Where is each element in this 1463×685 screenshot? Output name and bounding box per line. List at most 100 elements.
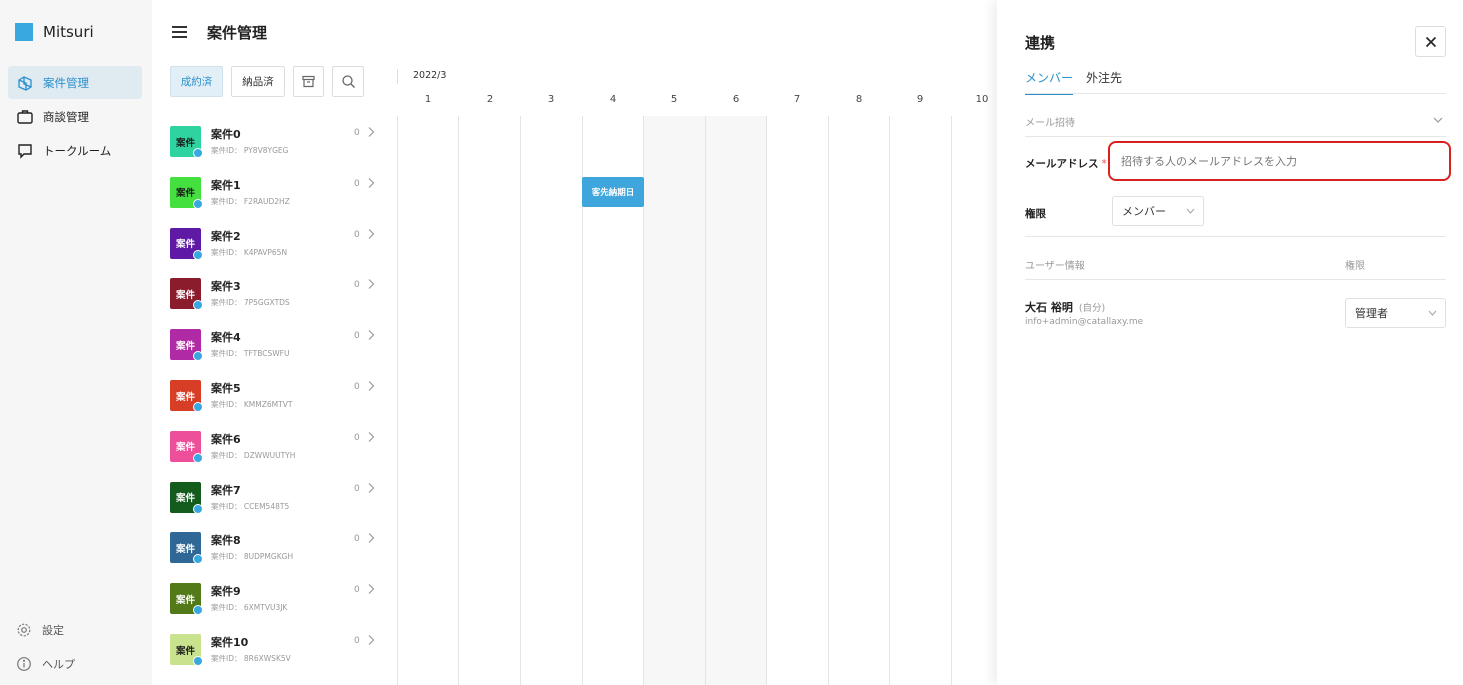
status-dot xyxy=(193,452,203,463)
project-id: 案件ID： F2RAUD2HZ xyxy=(211,196,290,206)
project-count: 0 xyxy=(354,229,360,240)
project-row[interactable]: 案件 案件8 案件ID： 8UDPMGKGH 0 xyxy=(170,532,380,572)
brand[interactable]: Mitsuri xyxy=(15,23,94,41)
project-id: 案件ID： 7P5GGXTDS xyxy=(211,298,290,308)
sidebar: Mitsuri 案件管理 商談管理 トークルーム 設定 ヘルプ xyxy=(0,0,152,685)
email-input[interactable] xyxy=(1108,141,1451,181)
briefcase-icon xyxy=(17,109,33,124)
project-row[interactable]: 案件 案件4 案件ID： TFTBCSWFU 0 xyxy=(170,329,380,369)
timeline-event[interactable]: 客先納期日 xyxy=(582,177,644,207)
timeline-day: 4 xyxy=(609,94,617,105)
project-name: 案件2 xyxy=(211,229,241,243)
timeline-day: 7 xyxy=(793,94,801,105)
user-info-header: ユーザー情報 xyxy=(1025,261,1085,272)
tab-members[interactable]: メンバー xyxy=(1025,69,1074,95)
status-dot xyxy=(193,351,203,362)
sidebar-item-label: 案件管理 xyxy=(43,75,89,90)
timeline-day: 6 xyxy=(732,94,740,105)
project-row[interactable]: 案件 案件2 案件ID： K4PAVP65N 0 xyxy=(170,227,380,268)
chevron-right-icon[interactable] xyxy=(366,583,376,595)
timeline-day: 8 xyxy=(855,94,863,105)
sidebar-item-projects[interactable]: 案件管理 xyxy=(8,66,142,99)
project-name: 案件3 xyxy=(211,280,241,294)
project-count: 0 xyxy=(354,178,360,189)
chevron-right-icon[interactable] xyxy=(366,228,376,240)
status-dot xyxy=(193,503,203,514)
user-role-select[interactable]: 管理者 xyxy=(1345,298,1446,328)
project-count: 0 xyxy=(354,280,360,291)
project-id: 案件ID： 8R6XWSK5V xyxy=(211,654,291,663)
search-button[interactable] xyxy=(332,66,364,97)
chevron-right-icon[interactable] xyxy=(366,329,376,341)
project-count: 0 xyxy=(354,128,360,138)
menu-icon[interactable] xyxy=(172,26,187,38)
project-count: 0 xyxy=(354,483,360,494)
status-dot xyxy=(193,605,203,616)
sidebar-item-negotiations[interactable]: 商談管理 xyxy=(8,100,142,133)
project-row[interactable]: 案件 案件7 案件ID： CCEM548T5 0 xyxy=(170,481,380,522)
chevron-right-icon[interactable] xyxy=(366,532,376,544)
status-dot xyxy=(193,148,203,158)
chevron-down-icon[interactable] xyxy=(1433,117,1443,124)
help-label: ヘルプ xyxy=(42,658,75,671)
timeline-day: 5 xyxy=(670,94,678,105)
project-id: 案件ID： 8UDPMGKGH xyxy=(211,552,294,562)
sidebar-item-talkroom[interactable]: トークルーム xyxy=(8,134,142,167)
tab-vendors[interactable]: 外注先 xyxy=(1086,69,1122,93)
project-name: 案件8 xyxy=(211,534,241,548)
project-id: 案件ID： 6XMTVU3JK xyxy=(211,603,288,613)
project-row[interactable]: 案件 案件3 案件ID： 7P5GGXTDS 0 xyxy=(170,278,380,318)
project-id: 案件ID： DZWWUUTYH xyxy=(211,450,296,460)
chevron-right-icon[interactable] xyxy=(366,126,376,138)
archive-icon xyxy=(302,75,315,88)
project-name: 案件4 xyxy=(211,331,241,345)
project-count: 0 xyxy=(354,432,360,443)
project-name: 案件5 xyxy=(211,382,241,395)
close-button[interactable] xyxy=(1415,26,1446,57)
email-field-label: メールアドレス * xyxy=(1025,158,1107,170)
project-name: 案件1 xyxy=(211,178,241,192)
status-dot xyxy=(193,249,203,260)
project-row[interactable]: 案件 案件10 案件ID： 8R6XWSK5V 0 xyxy=(170,634,380,674)
chevron-right-icon[interactable] xyxy=(366,380,376,392)
delivered-filter-button[interactable]: 納品済 xyxy=(231,66,285,97)
info-icon xyxy=(17,657,31,671)
permission-select[interactable]: メンバー xyxy=(1112,196,1204,226)
chevron-right-icon[interactable] xyxy=(366,482,376,494)
close-icon xyxy=(1425,36,1436,47)
divider xyxy=(1025,93,1446,94)
project-id: 案件ID： KMMZ6MTVT xyxy=(211,400,293,409)
chevron-right-icon[interactable] xyxy=(366,634,376,646)
project-name: 案件0 xyxy=(211,128,241,141)
chevron-right-icon[interactable] xyxy=(366,177,376,189)
project-row[interactable]: 案件 案件6 案件ID： DZWWUUTYH 0 xyxy=(170,430,380,471)
permission-label: 権限 xyxy=(1025,208,1046,220)
project-id: 案件ID： PY8V8YGEG xyxy=(211,146,289,155)
divider xyxy=(1025,136,1446,137)
project-row[interactable]: 案件 案件5 案件ID： KMMZ6MTVT 0 xyxy=(170,380,380,420)
brand-name: Mitsuri xyxy=(43,23,94,41)
sidebar-item-label: 商談管理 xyxy=(43,109,89,124)
projects-icon xyxy=(18,75,32,91)
settings-label: 設定 xyxy=(42,624,64,637)
timeline-day: 1 xyxy=(424,94,432,105)
project-id: 案件ID： K4PAVP65N xyxy=(211,247,288,257)
help-link[interactable]: ヘルプ xyxy=(16,656,75,672)
permission-header: 権限 xyxy=(1345,261,1365,272)
project-name: 案件6 xyxy=(211,432,241,446)
chevron-right-icon[interactable] xyxy=(366,278,376,290)
settings-link[interactable]: 設定 xyxy=(16,622,64,638)
status-dot xyxy=(193,402,203,412)
project-row[interactable]: 案件 案件9 案件ID： 6XMTVU3JK 0 xyxy=(170,583,380,623)
project-row[interactable]: 案件 案件0 案件ID： PY8V8YGEG 0 xyxy=(170,126,380,166)
chevron-right-icon[interactable] xyxy=(366,431,376,443)
timeline-month: 2022/3 xyxy=(413,70,447,81)
user-email: info+admin@catallaxy.me xyxy=(1025,317,1144,327)
project-row[interactable]: 案件 案件1 案件ID： F2RAUD2HZ 0 xyxy=(170,176,380,217)
archive-button[interactable] xyxy=(293,66,324,97)
app: Mitsuri 案件管理 商談管理 トークルーム 設定 ヘルプ 案件管理 成約済… xyxy=(0,0,1463,685)
project-name: 案件9 xyxy=(211,585,241,599)
integration-panel: 連携 メンバー 外注先 メール招待 メールアドレス * 権限 メンバー ユーザー情… xyxy=(997,0,1463,685)
project-name: 案件10 xyxy=(211,636,249,649)
contracted-filter-button[interactable]: 成約済 xyxy=(170,66,223,97)
